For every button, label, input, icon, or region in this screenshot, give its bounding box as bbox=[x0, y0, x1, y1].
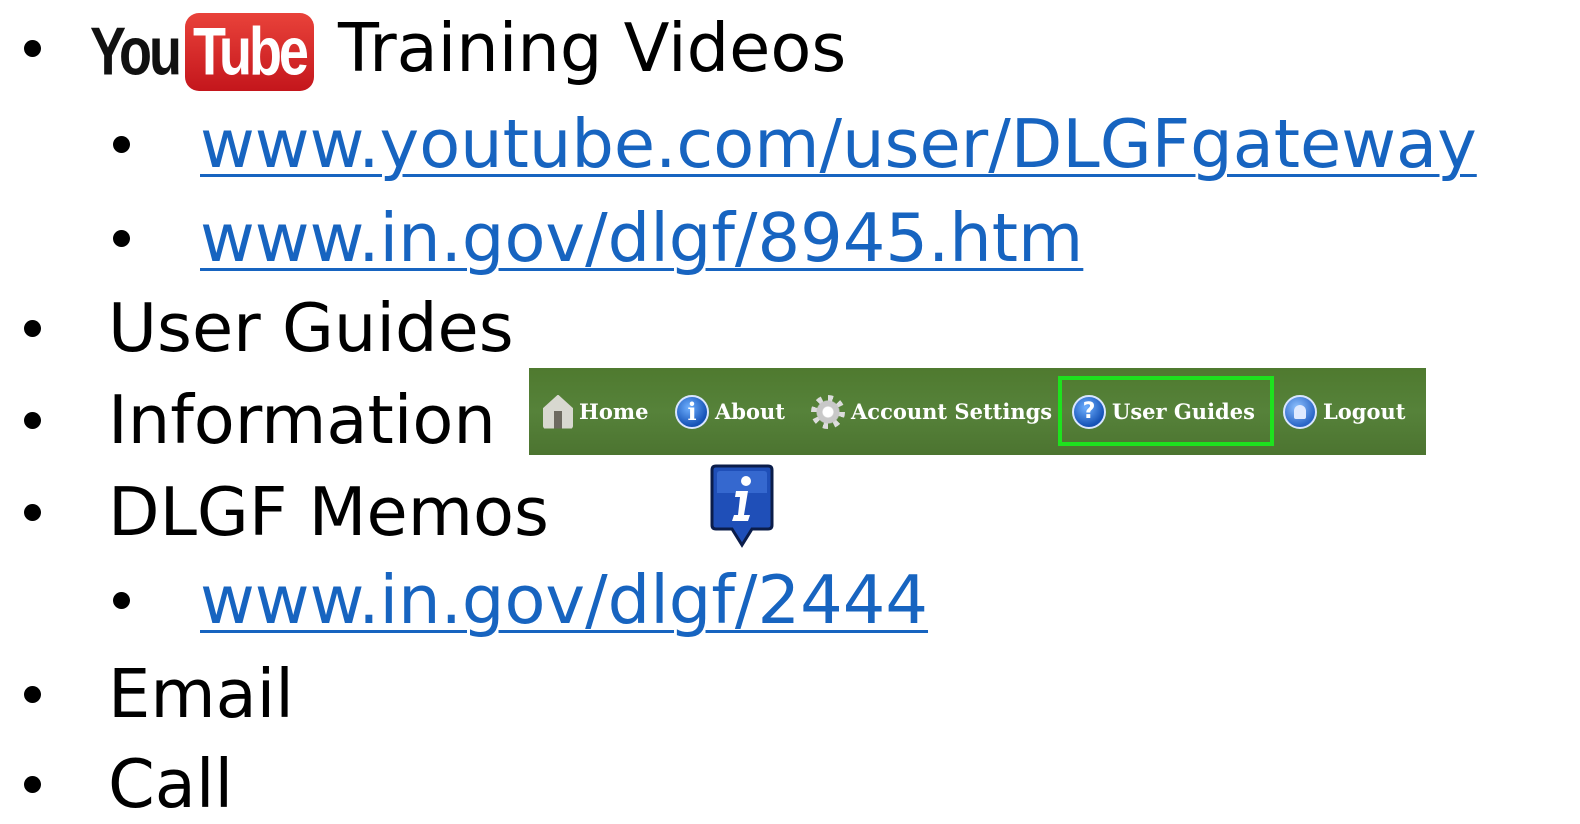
bullet bbox=[24, 412, 41, 429]
nav-item-label: Home bbox=[579, 399, 649, 424]
bullet bbox=[24, 320, 41, 337]
nav-item-user-guides[interactable]: ? User Guides bbox=[1072, 368, 1255, 455]
nav-item-label: Logout bbox=[1323, 399, 1406, 424]
dlgf-memos-link[interactable]: www.in.gov/dlgf/2444 bbox=[200, 560, 928, 640]
help-icon: ? bbox=[1072, 394, 1106, 429]
email-label: Email bbox=[108, 655, 294, 733]
user-icon bbox=[1283, 394, 1317, 429]
slide: { "items": [ {"label": "Training Videos"… bbox=[0, 0, 1580, 823]
call-label: Call bbox=[108, 745, 234, 823]
info-marker-icon bbox=[710, 464, 774, 548]
nav-item-home[interactable]: Home bbox=[543, 368, 648, 455]
youtube-channel-link[interactable]: www.youtube.com/user/DLGFgateway bbox=[200, 104, 1477, 184]
youtube-logo: You Tube bbox=[90, 13, 314, 91]
info-icon: i bbox=[675, 394, 709, 429]
gateway-nav-bar: Home i About Account Settings ? User Gui… bbox=[529, 368, 1426, 455]
dlgf-memos-label: DLGF Memos bbox=[108, 473, 549, 551]
training-videos-label: Training Videos bbox=[338, 9, 847, 87]
youtube-logo-tube-box: Tube bbox=[184, 13, 314, 91]
nav-item-label: About bbox=[715, 399, 785, 424]
information-label: Information bbox=[108, 381, 496, 459]
user-guides-label: User Guides bbox=[108, 289, 514, 367]
nav-item-about[interactable]: i About bbox=[675, 368, 785, 455]
gear-icon bbox=[811, 394, 845, 429]
nav-item-logout[interactable]: Logout bbox=[1283, 368, 1405, 455]
nav-item-label: User Guides bbox=[1112, 399, 1255, 424]
nav-item-account-settings[interactable]: Account Settings bbox=[811, 368, 1052, 455]
bullet bbox=[113, 230, 130, 247]
bullet bbox=[24, 504, 41, 521]
youtube-logo-tube: Tube bbox=[192, 14, 309, 90]
youtube-logo-you: You bbox=[90, 14, 182, 90]
bullet bbox=[113, 136, 130, 153]
bullet bbox=[24, 686, 41, 703]
home-icon bbox=[543, 394, 573, 429]
bullet bbox=[24, 776, 41, 793]
bullet bbox=[24, 40, 41, 57]
nav-item-label: Account Settings bbox=[851, 399, 1053, 424]
bullet bbox=[113, 592, 130, 609]
training-videos-page-link[interactable]: www.in.gov/dlgf/8945.htm bbox=[200, 198, 1083, 278]
